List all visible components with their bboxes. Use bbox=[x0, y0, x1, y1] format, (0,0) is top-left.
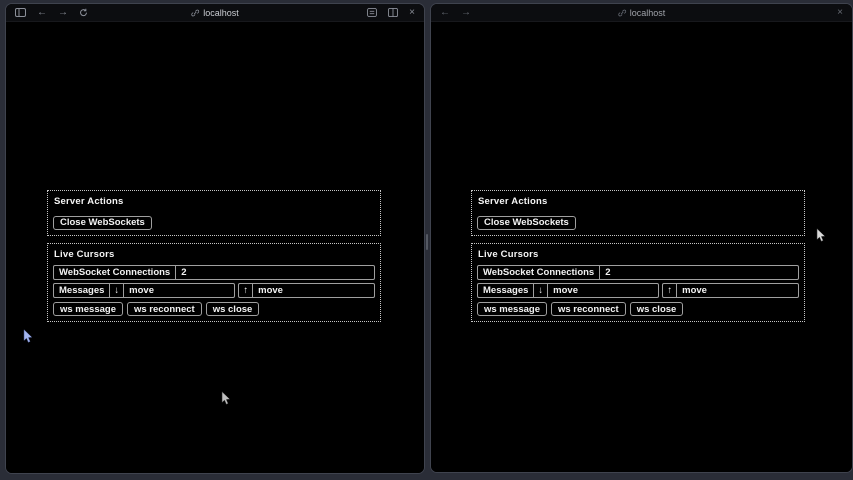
live-cursors-legend: Live Cursors bbox=[478, 249, 799, 260]
close-icon[interactable]: × bbox=[837, 8, 843, 18]
arrow-down-icon: ↓ bbox=[534, 284, 548, 297]
reload-icon[interactable] bbox=[79, 8, 88, 17]
address-bar[interactable]: localhost bbox=[191, 4, 239, 21]
connections-label: WebSocket Connections bbox=[478, 266, 600, 279]
messages-row: Messages ↓ move ↑ move bbox=[53, 283, 375, 298]
server-actions-group: Server Actions Close WebSockets bbox=[47, 190, 381, 236]
incoming-message-box: Messages ↓ move bbox=[477, 283, 659, 298]
ws-buttons-row: ws message ws reconnect ws close bbox=[477, 302, 799, 316]
titlebar-right-controls: × bbox=[837, 8, 843, 18]
ws-message-button[interactable]: ws message bbox=[53, 302, 123, 316]
page-title: localhost bbox=[203, 8, 239, 18]
ws-reconnect-button[interactable]: ws reconnect bbox=[551, 302, 626, 316]
websocket-connections-row: WebSocket Connections 2 bbox=[53, 265, 375, 280]
connections-value: 2 bbox=[600, 266, 798, 279]
reader-mode-icon[interactable] bbox=[367, 8, 377, 17]
back-icon[interactable]: ← bbox=[440, 8, 450, 18]
controls-panel: Server Actions Close WebSockets Live Cur… bbox=[471, 190, 805, 322]
address-bar[interactable]: localhost bbox=[618, 4, 666, 21]
forward-icon[interactable]: → bbox=[58, 8, 68, 18]
window-resize-handle[interactable] bbox=[426, 234, 428, 250]
titlebar-right-controls: × bbox=[367, 8, 415, 18]
sidebar-toggle-icon[interactable] bbox=[15, 8, 26, 17]
titlebar-left-controls: ← → bbox=[440, 8, 471, 18]
link-icon bbox=[191, 9, 199, 17]
incoming-message-box: Messages ↓ move bbox=[53, 283, 235, 298]
tab-overview-icon[interactable] bbox=[388, 8, 398, 17]
page-content: Server Actions Close WebSockets Live Cur… bbox=[6, 22, 424, 473]
close-icon[interactable]: × bbox=[409, 8, 415, 18]
link-icon bbox=[618, 9, 626, 17]
ws-buttons-row: ws message ws reconnect ws close bbox=[53, 302, 375, 316]
outgoing-message-box: ↑ move bbox=[238, 283, 375, 298]
titlebar: ← → localhost × bbox=[431, 4, 852, 22]
messages-label: Messages bbox=[54, 284, 110, 297]
ws-close-button[interactable]: ws close bbox=[630, 302, 684, 316]
forward-icon[interactable]: → bbox=[461, 8, 471, 18]
outgoing-message-box: ↑ move bbox=[662, 283, 799, 298]
ws-message-button[interactable]: ws message bbox=[477, 302, 547, 316]
titlebar: ← → localhost × bbox=[6, 4, 424, 22]
outgoing-message-value: move bbox=[253, 284, 374, 297]
websocket-connections-row: WebSocket Connections 2 bbox=[477, 265, 799, 280]
incoming-message-value: move bbox=[548, 284, 658, 297]
ws-reconnect-button[interactable]: ws reconnect bbox=[127, 302, 202, 316]
outgoing-message-value: move bbox=[677, 284, 798, 297]
close-websockets-button[interactable]: Close WebSockets bbox=[477, 216, 576, 230]
connections-label: WebSocket Connections bbox=[54, 266, 176, 279]
controls-panel: Server Actions Close WebSockets Live Cur… bbox=[47, 190, 381, 322]
connections-value: 2 bbox=[176, 266, 374, 279]
live-cursors-group: Live Cursors WebSocket Connections 2 Mes… bbox=[47, 243, 381, 322]
arrow-up-icon: ↑ bbox=[239, 284, 253, 297]
titlebar-left-controls: ← → bbox=[15, 8, 88, 18]
live-cursors-legend: Live Cursors bbox=[54, 249, 375, 260]
arrow-down-icon: ↓ bbox=[110, 284, 124, 297]
live-cursors-group: Live Cursors WebSocket Connections 2 Mes… bbox=[471, 243, 805, 322]
back-icon[interactable]: ← bbox=[37, 8, 47, 18]
server-actions-legend: Server Actions bbox=[54, 196, 375, 207]
browser-window-right: ← → localhost × Server Actions Close Web… bbox=[430, 3, 853, 473]
server-actions-group: Server Actions Close WebSockets bbox=[471, 190, 805, 236]
messages-label: Messages bbox=[478, 284, 534, 297]
page-content: Server Actions Close WebSockets Live Cur… bbox=[431, 22, 852, 472]
close-websockets-button[interactable]: Close WebSockets bbox=[53, 216, 152, 230]
browser-window-left: ← → localhost × Server Actions bbox=[5, 3, 425, 474]
messages-row: Messages ↓ move ↑ move bbox=[477, 283, 799, 298]
ws-close-button[interactable]: ws close bbox=[206, 302, 260, 316]
page-title: localhost bbox=[630, 8, 666, 18]
arrow-up-icon: ↑ bbox=[663, 284, 677, 297]
server-actions-legend: Server Actions bbox=[478, 196, 799, 207]
incoming-message-value: move bbox=[124, 284, 234, 297]
